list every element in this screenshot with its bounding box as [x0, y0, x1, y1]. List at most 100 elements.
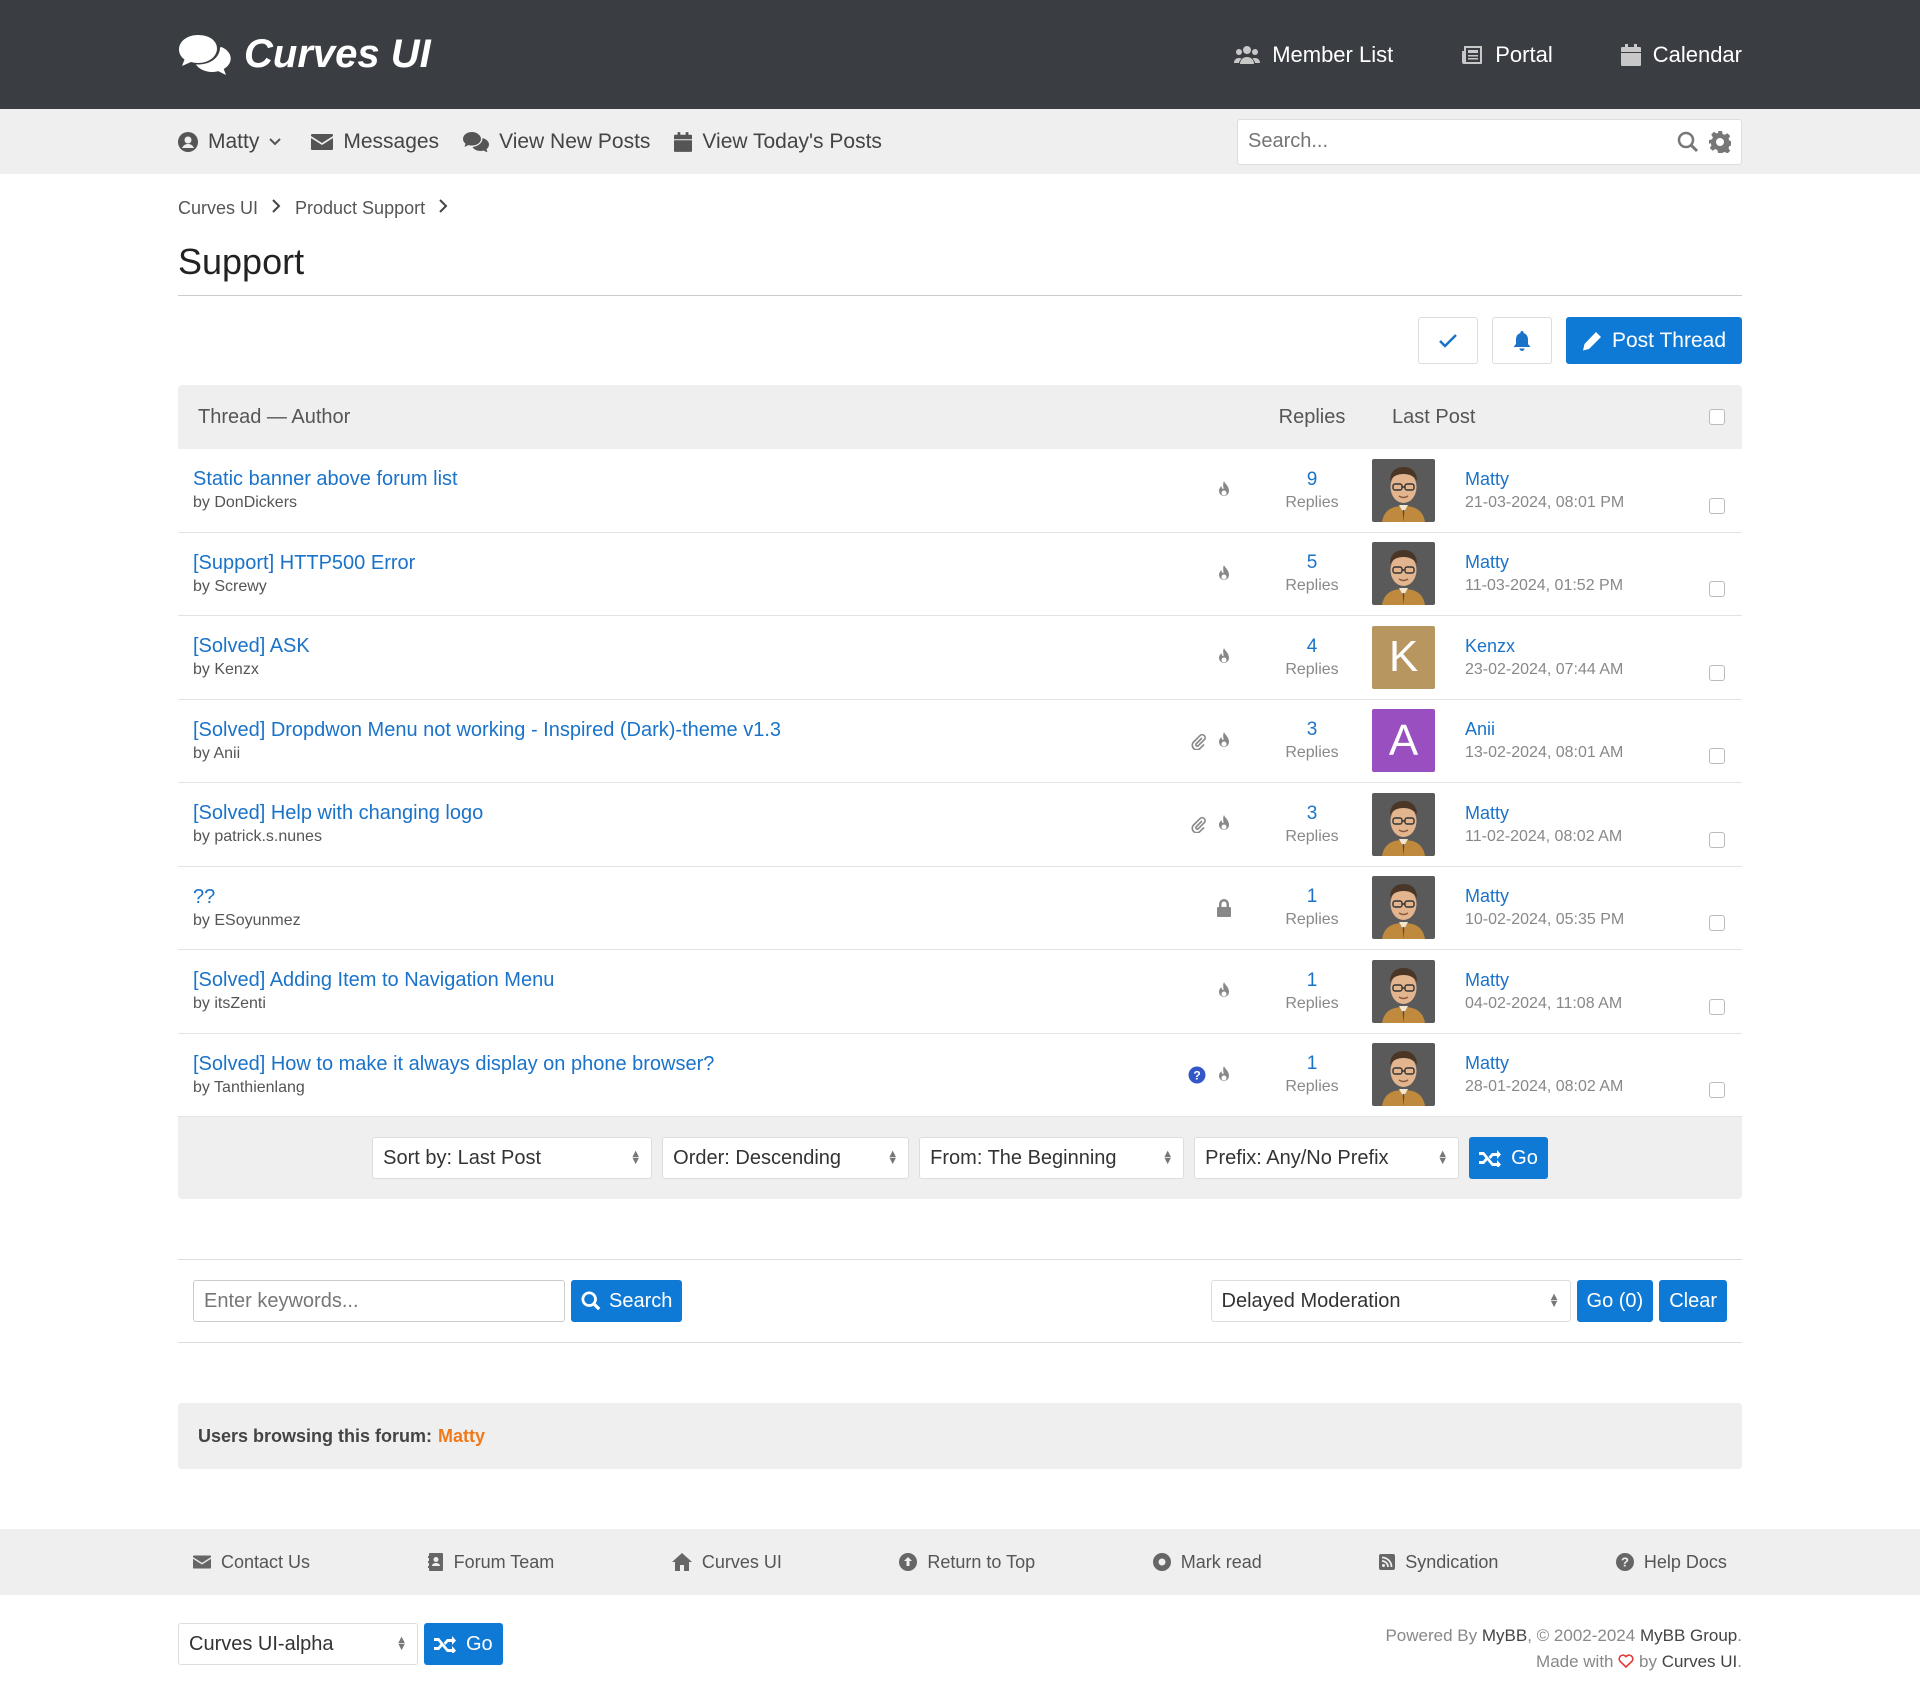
thread-select-checkbox[interactable] [1709, 915, 1725, 931]
footer-help-docs[interactable]: ? Help Docs [1615, 1552, 1727, 1573]
search-input[interactable] [1248, 130, 1667, 153]
thread-title-link[interactable]: Static banner above forum list [193, 468, 1182, 491]
thread-title-link[interactable]: [Support] HTTP500 Error [193, 552, 1182, 575]
envelope-icon [193, 1555, 211, 1569]
svg-text:?: ? [1621, 1555, 1629, 1570]
gear-icon[interactable] [1709, 130, 1731, 153]
moderation-select[interactable]: Delayed Moderation ▲ ▼ [1210, 1280, 1571, 1322]
breadcrumb-home[interactable]: Curves UI [178, 198, 258, 219]
replies-count-link[interactable]: 4 [1252, 636, 1372, 658]
column-thread-author[interactable]: Thread — Author [178, 406, 1182, 429]
post-thread-button[interactable]: Post Thread [1565, 317, 1742, 364]
sort-by-select[interactable]: Sort by: Last Post ▲ ▼ [372, 1137, 653, 1179]
prefix-select[interactable]: Prefix: Any/No Prefix ▲ ▼ [1194, 1137, 1460, 1179]
last-post-user-link[interactable]: Matty [1465, 886, 1624, 907]
user-nav: Matty Messages View New Posts View Today… [178, 130, 882, 154]
avatar[interactable] [1372, 876, 1435, 940]
thread-title-link[interactable]: [Solved] ASK [193, 635, 1182, 658]
avatar[interactable] [1372, 792, 1435, 856]
thread-author: by Tanthienlang [193, 1078, 305, 1096]
order-select[interactable]: Order: Descending ▲ ▼ [662, 1137, 910, 1179]
mybb-group-link[interactable]: MyBB Group [1640, 1626, 1737, 1645]
avatar[interactable]: K [1372, 625, 1435, 689]
thread-list: Static banner above forum list by DonDic… [178, 449, 1742, 1117]
select-all-checkbox[interactable] [1709, 409, 1725, 425]
replies-count-link[interactable]: 1 [1252, 1053, 1372, 1075]
replies-count-link[interactable]: 5 [1252, 552, 1372, 574]
theme-go-button[interactable]: Go [424, 1623, 503, 1665]
last-post-date: 10-02-2024, 05:35 PM [1465, 911, 1625, 929]
footer-syndication[interactable]: Syndication [1379, 1552, 1498, 1573]
mark-read-button[interactable] [1417, 317, 1478, 364]
thread-select-checkbox[interactable] [1709, 497, 1725, 514]
subscribe-button[interactable] [1491, 317, 1552, 364]
avatar[interactable] [1372, 542, 1435, 606]
sort-go-button[interactable]: Go [1469, 1137, 1548, 1179]
nav-member-list[interactable]: Member List [1234, 42, 1393, 68]
mybb-link[interactable]: MyBB [1482, 1626, 1527, 1645]
moderation-go-button[interactable]: Go (0) [1576, 1280, 1654, 1322]
thread-select-checkbox[interactable] [1709, 831, 1725, 848]
last-post-user-link[interactable]: Matty [1465, 552, 1623, 573]
last-post-user-link[interactable]: Kenzx [1465, 636, 1623, 657]
forum-search-button[interactable]: Search [571, 1280, 683, 1322]
last-post-user-link[interactable]: Matty [1465, 469, 1624, 490]
curves-ui-link[interactable]: Curves UI [1662, 1652, 1738, 1671]
thread-status-icons [1182, 815, 1252, 834]
avatar[interactable] [1372, 458, 1435, 522]
thread-title-link[interactable]: [Solved] How to make it always display o… [193, 1053, 1182, 1076]
moderation-clear-button[interactable]: Clear [1659, 1280, 1727, 1322]
column-last-post[interactable]: Last Post [1372, 406, 1692, 429]
messages-link[interactable]: Messages [311, 130, 439, 154]
last-post-cell: Matty 11-03-2024, 01:52 PM [1372, 542, 1692, 606]
replies-count-link[interactable]: 1 [1252, 970, 1372, 992]
last-post-user-link[interactable]: Matty [1465, 970, 1622, 991]
thread-title-link[interactable]: [Solved] Help with changing logo [193, 802, 1182, 825]
site-name: Curves UI [244, 32, 431, 76]
theme-select[interactable]: Curves UI-alpha ▲ ▼ [178, 1623, 418, 1665]
footer-return-to-top[interactable]: Return to Top [899, 1552, 1035, 1573]
replies-count-link[interactable]: 1 [1252, 886, 1372, 908]
user-menu[interactable]: Matty [178, 130, 282, 154]
thread-select-checkbox[interactable] [1709, 998, 1725, 1015]
nav-portal[interactable]: Portal [1461, 42, 1553, 68]
shuffle-icon [1479, 1150, 1502, 1167]
footer-contact-us[interactable]: Contact Us [193, 1552, 310, 1573]
last-post-user-link[interactable]: Anii [1465, 719, 1623, 740]
thread-select-checkbox[interactable] [1709, 581, 1725, 597]
thread-author: by Anii [193, 744, 241, 762]
last-post-user-link[interactable]: Matty [1465, 803, 1622, 824]
keywords-input[interactable]: Enter keywords... [193, 1280, 565, 1322]
last-post-user-link[interactable]: Matty [1465, 1053, 1623, 1074]
footer-home[interactable]: Curves UI [671, 1552, 782, 1573]
footer-forum-team[interactable]: Forum Team [427, 1552, 554, 1573]
comments-icon [463, 131, 490, 152]
avatar[interactable] [1372, 959, 1435, 1023]
site-logo[interactable]: Curves UI [178, 32, 431, 77]
thread-cell: ?? by ESoyunmez [178, 886, 1182, 930]
thread-title-link[interactable]: ?? [193, 886, 1182, 909]
nav-calendar[interactable]: Calendar [1620, 42, 1742, 68]
thread-select-checkbox[interactable] [1709, 664, 1725, 681]
order-value: Order: Descending [673, 1146, 842, 1169]
made-with-label: Made with [1536, 1652, 1614, 1671]
view-new-posts-link[interactable]: View New Posts [463, 130, 650, 154]
replies-count-link[interactable]: 9 [1252, 469, 1372, 491]
thread-select-checkbox[interactable] [1709, 748, 1725, 764]
search-icon[interactable] [1677, 131, 1699, 153]
avatar[interactable] [1372, 1043, 1435, 1107]
from-select[interactable]: From: The Beginning ▲ ▼ [919, 1137, 1185, 1179]
last-post-cell: Matty 11-02-2024, 08:02 AM [1372, 792, 1692, 856]
thread-select-checkbox[interactable] [1709, 1082, 1725, 1098]
breadcrumb-product-support[interactable]: Product Support [295, 198, 425, 219]
select-arrows-icon: ▲ ▼ [396, 1634, 407, 1653]
column-replies[interactable]: Replies [1252, 406, 1372, 429]
thread-title-link[interactable]: [Solved] Dropdwon Menu not working - Ins… [193, 719, 1182, 742]
footer-mark-read[interactable]: Mark read [1152, 1552, 1262, 1573]
browsing-user-link[interactable]: Matty [438, 1426, 485, 1447]
replies-count-link[interactable]: 3 [1252, 803, 1372, 825]
view-today-posts-link[interactable]: View Today's Posts [674, 130, 882, 154]
avatar[interactable]: A [1372, 709, 1435, 773]
replies-count-link[interactable]: 3 [1252, 719, 1372, 741]
thread-title-link[interactable]: [Solved] Adding Item to Navigation Menu [193, 969, 1182, 992]
